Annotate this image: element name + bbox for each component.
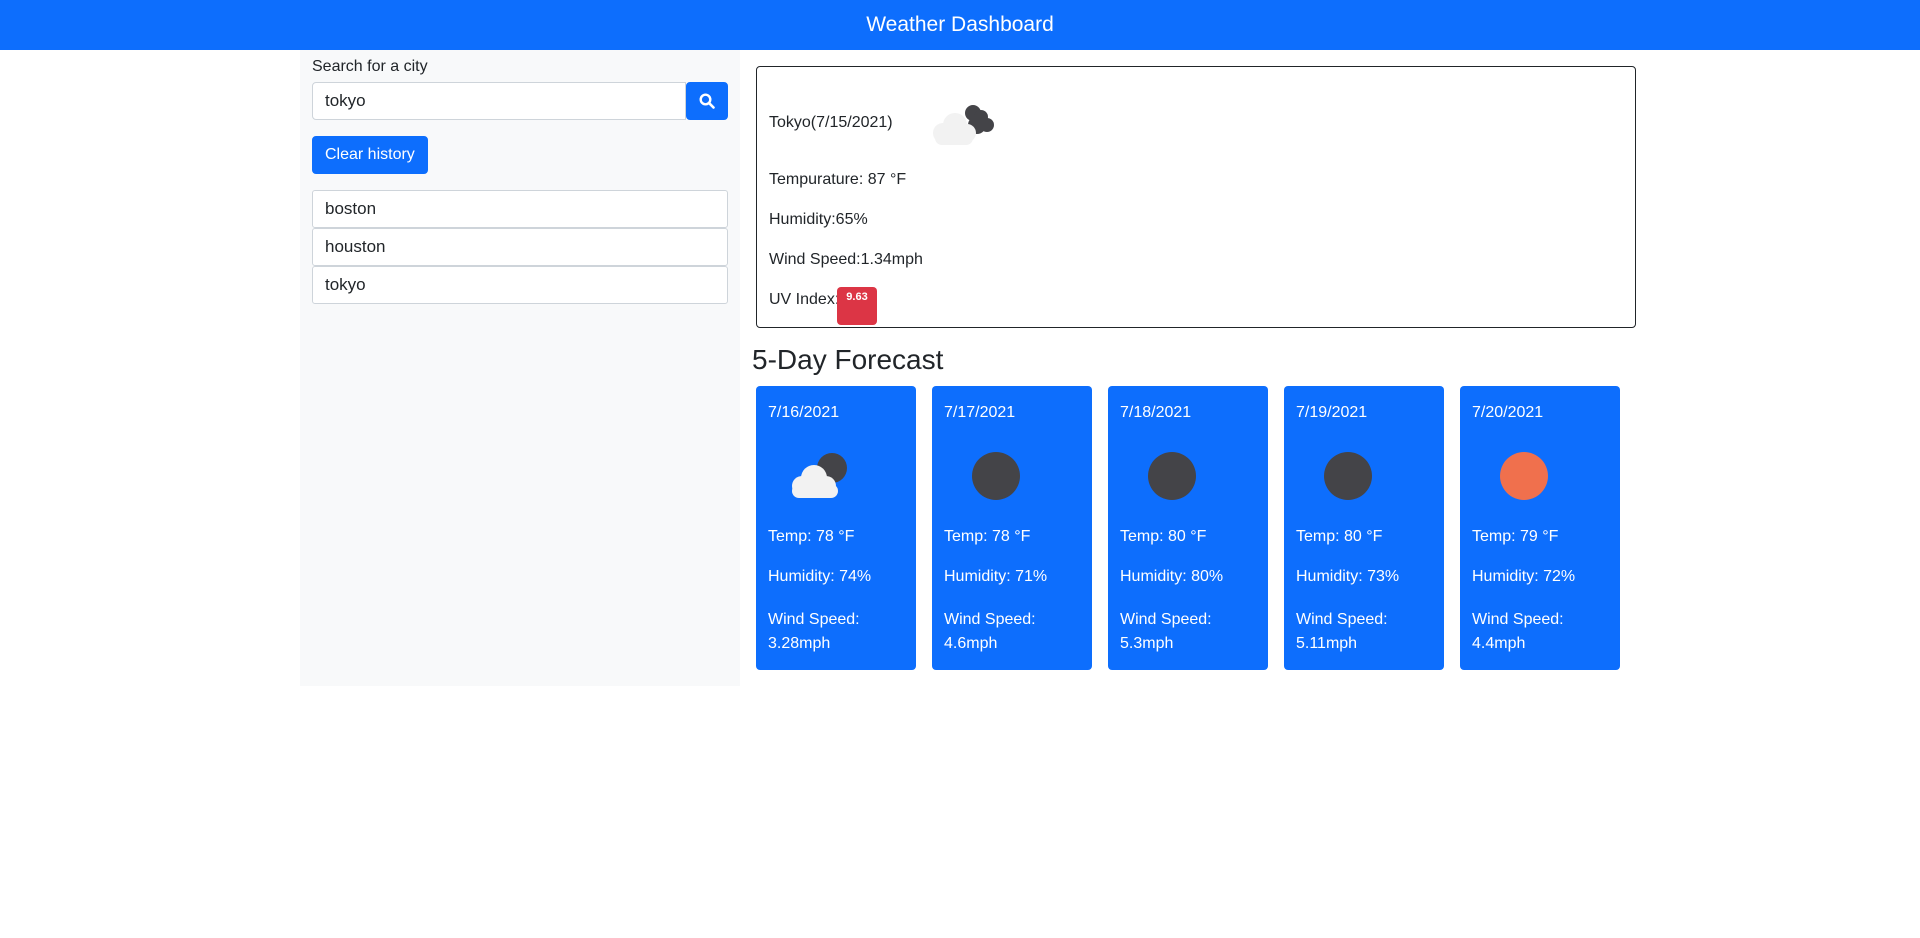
- moon-icon: [1132, 446, 1212, 506]
- forecast-humidity: Humidity: 72%: [1472, 568, 1576, 585]
- forecast-wind: Wind Speed: 3.28mph: [768, 611, 860, 652]
- current-wind-speed: Wind Speed:1.34mph: [769, 251, 923, 268]
- history-item-label: boston: [325, 199, 377, 218]
- current-humidity: Humidity:65%: [769, 211, 868, 228]
- forecast-wind: Wind Speed: 5.3mph: [1120, 611, 1212, 652]
- clear-history-button[interactable]: Clear history: [312, 136, 428, 174]
- sun-icon: [1484, 446, 1564, 506]
- forecast-card: 7/19/2021 Temp: 80 °F Humidity: 73% Wind…: [1284, 386, 1444, 670]
- current-city-row: Tokyo(7/15/2021): [769, 95, 1001, 151]
- forecast-humidity: Humidity: 74%: [768, 568, 872, 585]
- history-item[interactable]: tokyo: [312, 266, 728, 304]
- forecast-wind: Wind Speed: 4.4mph: [1472, 611, 1564, 652]
- forecast-card: 7/18/2021 Temp: 80 °F Humidity: 80% Wind…: [1108, 386, 1268, 670]
- forecast-card: 7/16/2021 Temp: 78 °F Humidity: 74% Wind…: [756, 386, 916, 670]
- moon-icon: [956, 446, 1036, 506]
- forecast-humidity: Humidity: 71%: [944, 568, 1048, 585]
- history-item[interactable]: boston: [312, 190, 728, 228]
- history-item-label: tokyo: [325, 275, 366, 294]
- forecast-temp: Temp: 80 °F: [1120, 528, 1207, 545]
- city-search-input[interactable]: [312, 82, 686, 120]
- forecast-wind: Wind Speed: 5.11mph: [1296, 611, 1388, 652]
- forecast-row: 7/16/2021 Temp: 78 °F Humidity: 74% Wind…: [756, 386, 1636, 670]
- forecast-title: 5-Day Forecast: [752, 344, 944, 375]
- forecast-humidity: Humidity: 73%: [1296, 568, 1400, 585]
- forecast-temp: Temp: 80 °F: [1296, 528, 1383, 545]
- search-icon: [699, 93, 715, 109]
- history-item[interactable]: houston: [312, 228, 728, 266]
- forecast-date: 7/19/2021: [1296, 404, 1368, 421]
- forecast-humidity: Humidity: 80%: [1120, 568, 1224, 585]
- forecast-date: 7/18/2021: [1120, 404, 1192, 421]
- app-title: Weather Dashboard: [866, 13, 1054, 36]
- forecast-card: 7/20/2021 Temp: 79 °F Humidity: 72% Wind…: [1460, 386, 1620, 670]
- history-item-label: houston: [325, 237, 386, 256]
- forecast-temp: Temp: 79 °F: [1472, 528, 1559, 545]
- search-history-list: boston houston tokyo: [312, 190, 728, 304]
- cloud-night-icon: [780, 446, 860, 506]
- search-button[interactable]: [686, 82, 728, 120]
- current-city-date: Tokyo(7/15/2021): [769, 114, 893, 131]
- uv-index-badge: 9.63: [837, 287, 877, 325]
- search-label: Search for a city: [312, 58, 428, 75]
- forecast-date: 7/17/2021: [944, 404, 1016, 421]
- current-weather-card: Tokyo(7/15/2021) Tempurature: 87 °F Humi…: [756, 66, 1636, 328]
- forecast-temp: Temp: 78 °F: [944, 528, 1031, 545]
- moon-icon: [1308, 446, 1388, 506]
- forecast-date: 7/16/2021: [768, 404, 840, 421]
- forecast-card: 7/17/2021 Temp: 78 °F Humidity: 71% Wind…: [932, 386, 1092, 670]
- sidebar: Search for a city Clear history boston h…: [300, 50, 740, 686]
- navbar: Weather Dashboard: [0, 0, 1920, 50]
- forecast-date: 7/20/2021: [1472, 404, 1544, 421]
- forecast-wind: Wind Speed: 4.6mph: [944, 611, 1036, 652]
- uv-index-label: UV Index:: [769, 291, 840, 308]
- current-temperature: Tempurature: 87 °F: [769, 171, 907, 188]
- cloud-night-icon: [921, 95, 1001, 151]
- forecast-temp: Temp: 78 °F: [768, 528, 855, 545]
